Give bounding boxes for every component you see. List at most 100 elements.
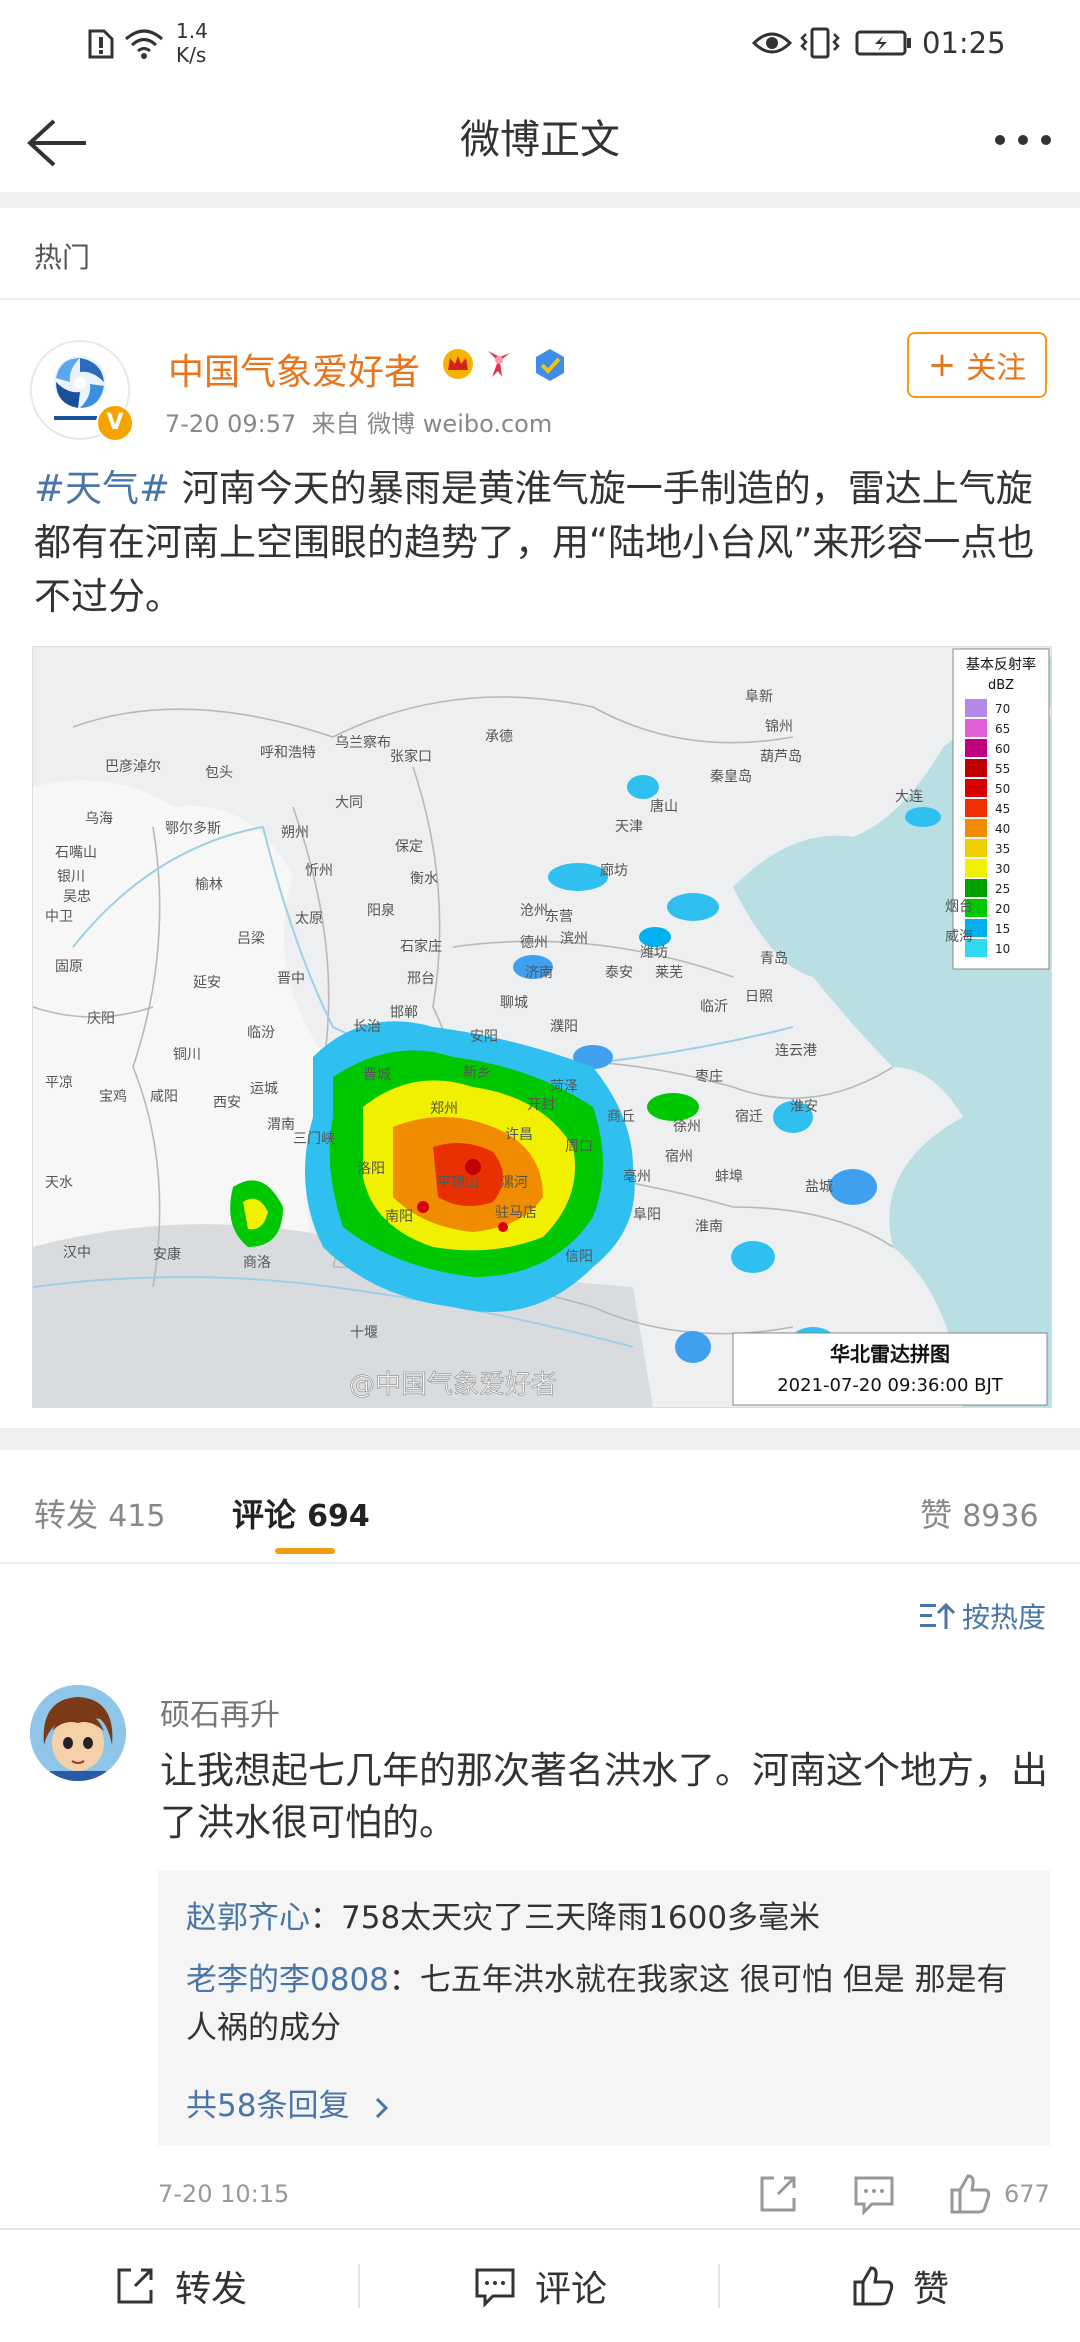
follow-label: 关注: [966, 351, 1027, 386]
post-source: 微博 weibo.com: [367, 410, 553, 438]
city-label: 阜新: [745, 688, 773, 705]
city-label: 太原: [295, 911, 323, 927]
city-label: 驻马店: [495, 1205, 537, 1221]
city-label: 徐州: [673, 1119, 701, 1135]
city-label: 葫芦岛: [760, 749, 802, 765]
legend-value: 70: [995, 702, 1010, 716]
city-label: 滨州: [560, 931, 588, 947]
more-button[interactable]: [988, 115, 1058, 165]
vibrate-icon: [800, 0, 840, 85]
thumbs-up-icon: [853, 2266, 894, 2306]
tab-comment-label: 评论: [232, 1496, 297, 1534]
legend-swatch: [965, 819, 987, 837]
city-label: 秦皇岛: [710, 769, 752, 785]
commenter-name[interactable]: 硕石再升: [160, 1690, 280, 1734]
chevron-right-icon: [376, 2097, 389, 2118]
city-label: 汉中: [63, 1245, 91, 1261]
tab-like-label: 赞: [920, 1496, 953, 1534]
city-label: 咸阳: [150, 1089, 178, 1105]
share-icon: [117, 2268, 153, 2304]
tab-like[interactable]: 赞 8936: [920, 1490, 1039, 1536]
city-label: 洛阳: [357, 1161, 385, 1177]
city-label: 德州: [520, 935, 548, 951]
comment-reply-button[interactable]: [852, 2172, 896, 2216]
city-label: 泰安: [605, 965, 633, 981]
separator-band: [0, 192, 1080, 208]
tab-repost[interactable]: 转发 415: [34, 1490, 165, 1536]
tab-repost-count: 415: [108, 1499, 166, 1534]
sort-icon: [920, 1602, 956, 1629]
legend-title: 基本反射率: [966, 656, 1036, 673]
follow-button[interactable]: + 关注: [907, 332, 1047, 398]
share-icon: [760, 2176, 796, 2212]
legend-value: 45: [995, 802, 1010, 816]
city-label: 邯郸: [390, 1005, 418, 1021]
city-label: 吴忠: [63, 889, 91, 905]
hot-section: 热门: [0, 208, 1080, 298]
reply-user[interactable]: 老李的李0808: [186, 1962, 389, 1998]
city-label: 蚌埠: [715, 1168, 743, 1185]
city-label: 包头: [205, 765, 233, 781]
city-label: 天津: [615, 819, 643, 835]
topic-tag[interactable]: #天气#: [34, 467, 170, 510]
comment-share-button[interactable]: [756, 2172, 800, 2216]
radar-map: 基本反射率 dBZ 70 65 60 55 50 45 40 35 30 25 20 15 10 华北雷…: [33, 647, 1051, 1407]
city-label: 乌海: [85, 811, 113, 827]
repost-button[interactable]: 转发: [0, 2230, 360, 2342]
city-label: 商洛: [243, 1255, 271, 1271]
city-label: 大同: [335, 795, 363, 811]
city-label: 石嘴山: [55, 845, 97, 861]
watermark: @中国气象爱好者: [349, 1370, 557, 1400]
active-tab-indicator: [275, 1548, 335, 1554]
net-speed-value: 1.4: [176, 18, 208, 43]
like-button[interactable]: 赞: [720, 2230, 1080, 2342]
legend-swatch: [965, 779, 987, 797]
city-label: 临汾: [247, 1025, 275, 1041]
reply-item: 赵郭齐心：758太天灾了三天降雨1600多毫米: [186, 1894, 1026, 1942]
tab-comment-count: 694: [307, 1499, 370, 1534]
eye-icon: [752, 0, 792, 85]
city-label: 朔州: [281, 825, 309, 841]
city-label: 忻州: [305, 863, 333, 879]
city-label: 盐城: [805, 1179, 833, 1195]
net-speed-unit: K/s: [176, 42, 207, 67]
legend-value: 25: [995, 882, 1010, 896]
commenter-avatar[interactable]: [30, 1685, 126, 1781]
reply-text: ：758太天灾了三天降雨1600多毫米: [310, 1900, 821, 1936]
city-label: 唐山: [650, 798, 678, 815]
city-label: 三门峡: [293, 1131, 335, 1147]
city-label: 青岛: [760, 951, 788, 967]
city-label: 宿州: [665, 1148, 693, 1165]
city-label: 延安: [193, 975, 221, 991]
city-label: 中卫: [45, 909, 73, 925]
legend-value: 15: [995, 922, 1010, 936]
plus-icon: +: [927, 345, 957, 385]
legend-value: 35: [995, 842, 1010, 856]
author-name[interactable]: 中国气象爱好者: [168, 343, 420, 395]
city-label: 威海: [945, 929, 973, 945]
city-label: 安阳: [470, 1029, 498, 1045]
map-caption-time: 2021-07-20 09:36:00 BJT: [777, 1375, 1004, 1396]
reply-user[interactable]: 赵郭齐心: [186, 1900, 310, 1936]
legend-swatch: [965, 739, 987, 757]
comment-like-button[interactable]: [948, 2172, 992, 2216]
tab-comment[interactable]: 评论 694: [232, 1490, 370, 1536]
city-label: 莱芜: [655, 964, 683, 981]
legend-swatch: [965, 859, 987, 877]
sort-button[interactable]: 按热度: [918, 1596, 1046, 1636]
more-dots-icon: [995, 135, 1051, 145]
cartoon-avatar-icon: [30, 1685, 126, 1781]
city-label: 东营: [545, 909, 573, 925]
city-label: 银川: [57, 869, 85, 885]
legend-value: 55: [995, 762, 1010, 776]
comment-button[interactable]: 评论: [360, 2230, 720, 2342]
city-label: 张家口: [390, 748, 432, 765]
more-replies-link[interactable]: 共58条回复: [186, 2080, 395, 2125]
page-title: 微博正文: [460, 117, 620, 163]
legend-value: 40: [995, 822, 1010, 836]
city-label: 十堰: [350, 1325, 378, 1341]
reply-box[interactable]: 赵郭齐心：758太天灾了三天降雨1600多毫米 老李的李0808：七五年洪水就在…: [158, 1870, 1050, 2146]
divider: [0, 298, 1080, 300]
city-label: 榆林: [195, 877, 223, 893]
radar-map-image[interactable]: 基本反射率 dBZ 70 65 60 55 50 45 40 35 30 25 20 15 10 华北雷…: [32, 646, 1052, 1408]
